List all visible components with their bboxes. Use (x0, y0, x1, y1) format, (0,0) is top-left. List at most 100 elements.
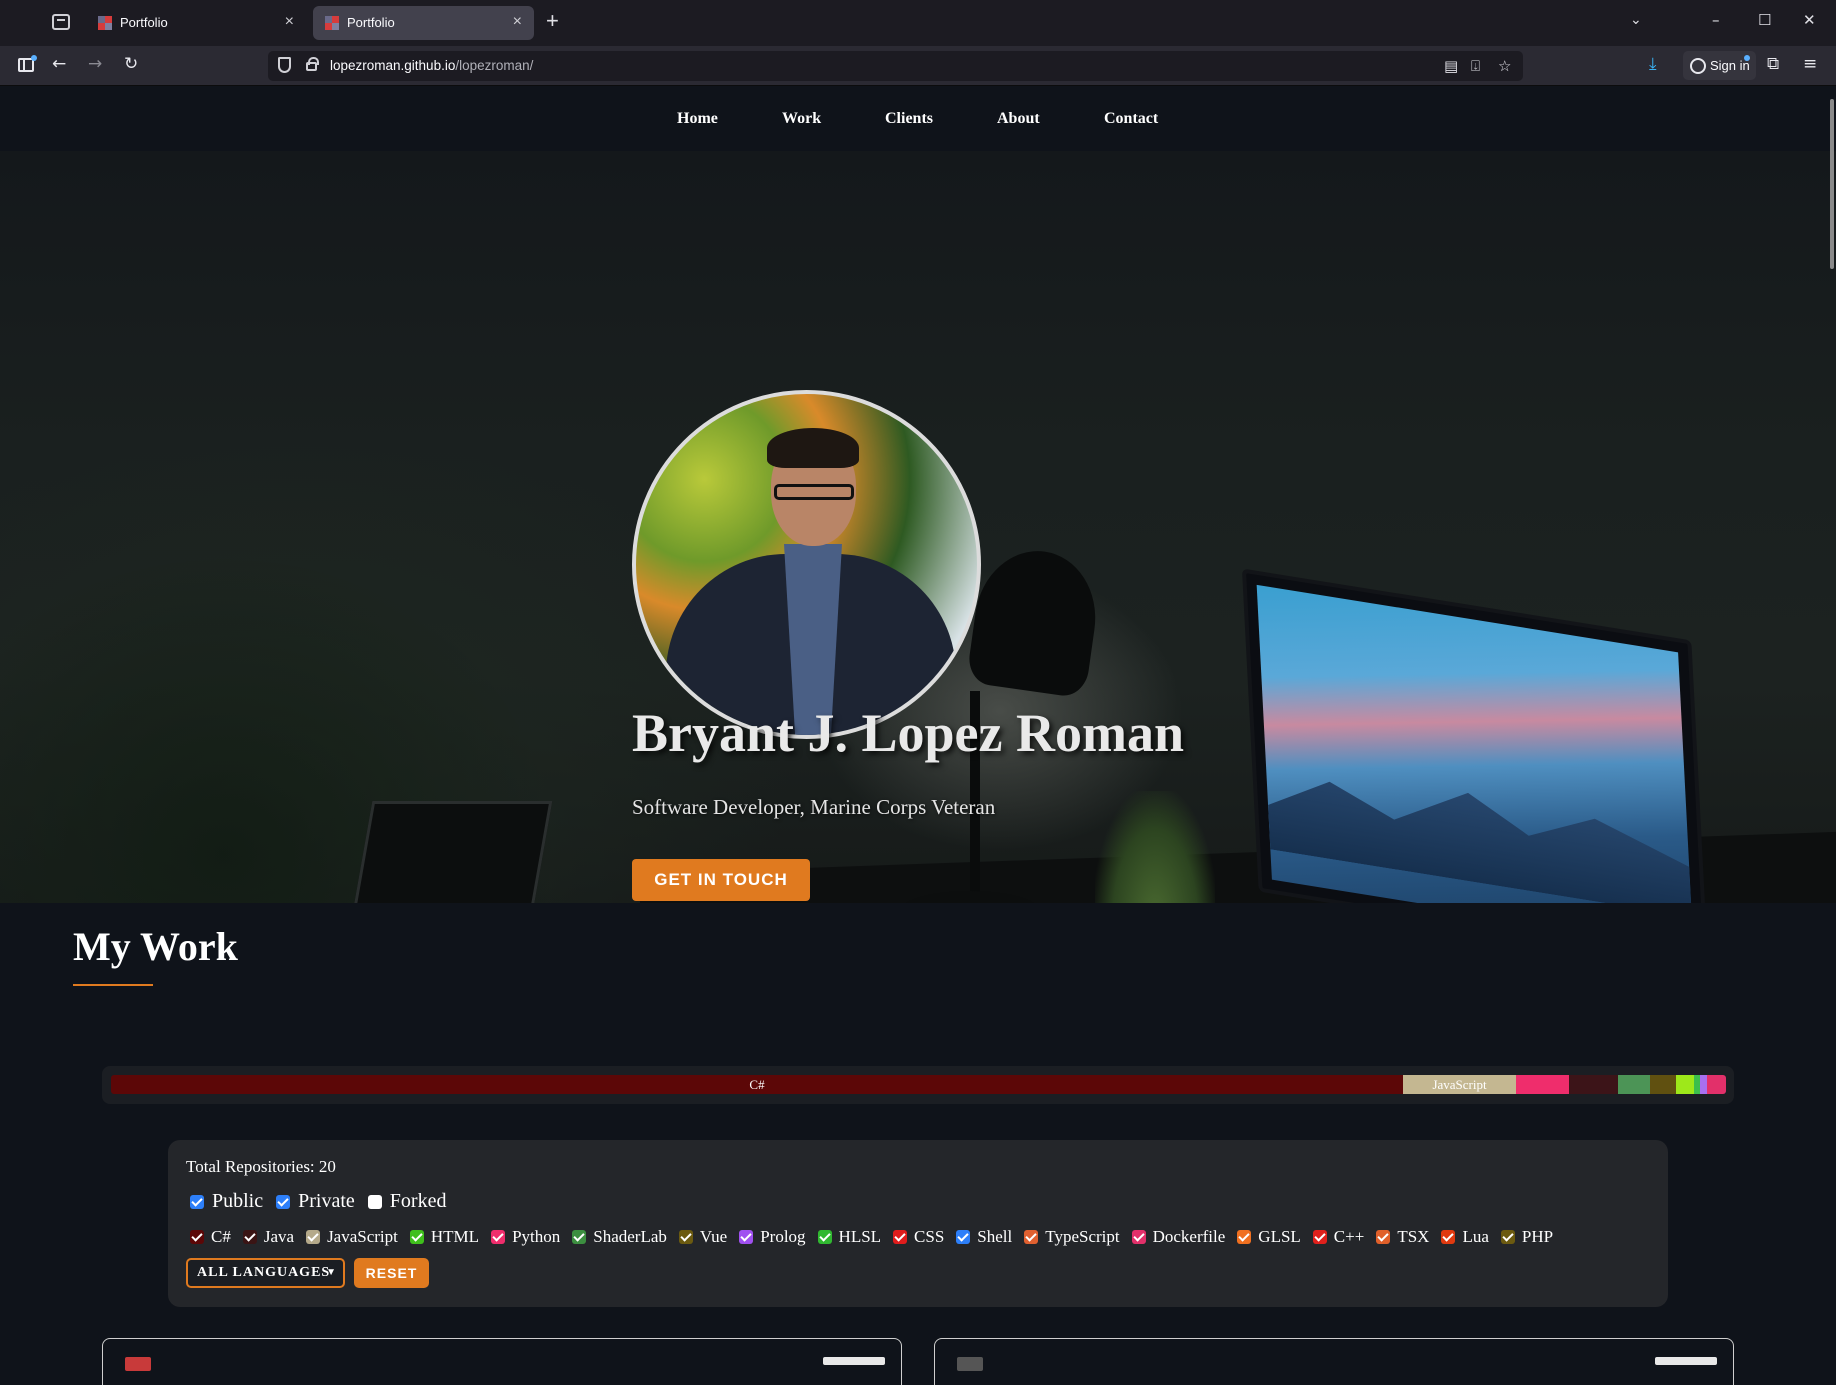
language-segment[interactable] (1569, 1075, 1618, 1094)
repo-card[interactable] (934, 1338, 1734, 1385)
language-option[interactable]: CSS (893, 1227, 944, 1247)
language-segment[interactable]: JavaScript (1403, 1075, 1517, 1094)
get-in-touch-button[interactable]: GET IN TOUCH (632, 859, 810, 901)
visibility-option[interactable]: Private (276, 1190, 355, 1213)
language-option[interactable]: Prolog (739, 1227, 806, 1247)
language-segment[interactable] (1675, 1075, 1694, 1094)
forward-icon[interactable]: → (88, 54, 102, 74)
close-tab-icon[interactable]: × (513, 13, 522, 31)
language-segment[interactable] (1617, 1075, 1651, 1094)
nav-link-home[interactable]: Home (677, 110, 718, 128)
maximize-icon[interactable]: ☐ (1758, 11, 1771, 29)
chevron-down-icon: ▼ (326, 1267, 337, 1278)
url-text[interactable]: lopezroman.github.io/lopezroman/ (330, 58, 533, 73)
checkbox[interactable] (678, 1230, 693, 1244)
checkbox[interactable] (817, 1230, 832, 1244)
checkbox[interactable] (1500, 1230, 1515, 1244)
checkbox[interactable] (367, 1194, 382, 1209)
language-option[interactable]: HTML (409, 1227, 479, 1247)
visibility-label: Forked (389, 1190, 447, 1212)
checkbox[interactable] (190, 1194, 204, 1209)
language-option[interactable]: PHP (1500, 1227, 1553, 1247)
reader-view-icon[interactable]: ▤ (1444, 57, 1458, 75)
checkbox[interactable] (491, 1230, 506, 1244)
monitor-image (1241, 568, 1709, 903)
visibility-option[interactable]: Public (190, 1190, 263, 1213)
repo-icon (957, 1357, 983, 1371)
checkbox[interactable] (739, 1230, 754, 1244)
language-option[interactable]: C# (190, 1227, 231, 1247)
language-option[interactable]: Dockerfile (1131, 1227, 1226, 1247)
repo-card[interactable] (102, 1338, 902, 1385)
checkbox[interactable] (893, 1230, 908, 1244)
reset-button[interactable]: RESET (354, 1258, 429, 1288)
visibility-label: Public (212, 1190, 264, 1212)
checkbox[interactable] (572, 1230, 587, 1244)
checkbox[interactable] (242, 1230, 257, 1244)
language-option[interactable]: Java (242, 1227, 295, 1247)
language-segment[interactable] (1650, 1075, 1676, 1094)
page-scrollbar[interactable] (1830, 99, 1834, 269)
nav-link-contact[interactable]: Contact (1104, 110, 1158, 128)
visibility-option[interactable]: Forked (367, 1190, 447, 1213)
language-option[interactable]: Lua (1441, 1227, 1489, 1247)
tracking-protection-icon[interactable] (278, 57, 291, 73)
reload-icon[interactable]: ↻ (124, 54, 138, 74)
checkbox[interactable] (306, 1230, 321, 1244)
language-segment[interactable]: C# (111, 1075, 1403, 1094)
save-to-pocket-icon[interactable]: ⍗ (1471, 57, 1480, 75)
language-label: Dockerfile (1152, 1227, 1226, 1246)
list-all-tabs-icon[interactable]: ⌄ (1630, 12, 1642, 28)
language-label: Java (263, 1227, 295, 1246)
language-option[interactable]: Python (491, 1227, 560, 1247)
language-label: Vue (699, 1227, 728, 1246)
language-option[interactable]: HLSL (817, 1227, 881, 1247)
checkbox[interactable] (1131, 1230, 1146, 1244)
minimize-icon[interactable]: – (1712, 11, 1720, 29)
language-option[interactable]: Shell (956, 1227, 1012, 1247)
bookmark-star-icon[interactable]: ☆ (1498, 57, 1511, 75)
checkbox[interactable] (276, 1194, 291, 1209)
checkbox[interactable] (1237, 1230, 1252, 1244)
language-label: ShaderLab (593, 1227, 667, 1246)
lock-icon[interactable] (306, 57, 319, 71)
menu-icon[interactable]: ≡ (1803, 54, 1817, 74)
language-option[interactable]: GLSL (1237, 1227, 1301, 1247)
nav-link-clients[interactable]: Clients (885, 110, 933, 128)
tab-list-icon[interactable] (52, 14, 70, 30)
checkbox[interactable] (409, 1230, 424, 1244)
browser-tab-active[interactable]: Portfolio × (313, 6, 534, 40)
checkbox[interactable] (190, 1230, 204, 1244)
language-segment[interactable] (1516, 1075, 1570, 1094)
language-option[interactable]: Vue (678, 1227, 728, 1247)
url-bar[interactable]: lopezroman.github.io/lopezroman/ ▤ ⍗ ☆ (268, 51, 1523, 81)
close-tab-icon[interactable]: × (285, 13, 294, 31)
checkbox[interactable] (1312, 1230, 1327, 1244)
browser-tab[interactable]: Portfolio × (86, 6, 306, 40)
checkbox[interactable] (1376, 1230, 1391, 1244)
extensions-icon[interactable]: ⧉ (1767, 54, 1779, 74)
close-window-icon[interactable]: ✕ (1803, 11, 1816, 29)
language-select[interactable]: ALL LANGUAGES ▼ (186, 1258, 345, 1288)
sign-in-button[interactable]: Sign in (1683, 51, 1756, 80)
language-option[interactable]: TSX (1376, 1227, 1429, 1247)
language-option[interactable]: TypeScript (1024, 1227, 1120, 1247)
title-underline (73, 984, 153, 986)
nav-link-work[interactable]: Work (782, 110, 821, 128)
repo-icon (125, 1357, 151, 1371)
new-tab-icon[interactable]: + (546, 8, 559, 34)
checkbox[interactable] (1441, 1230, 1456, 1244)
language-option[interactable]: JavaScript (306, 1227, 398, 1247)
checkbox[interactable] (956, 1230, 971, 1244)
back-icon[interactable]: ← (52, 54, 66, 74)
language-option[interactable]: ShaderLab (572, 1227, 667, 1247)
sidebar-icon[interactable] (18, 55, 37, 72)
language-distribution-bar: C# JavaScript (111, 1075, 1726, 1094)
language-option[interactable]: C++ (1312, 1227, 1364, 1247)
downloads-icon[interactable]: ⤓ (1649, 54, 1657, 74)
language-segment[interactable] (1706, 1075, 1726, 1094)
photo-glasses (774, 484, 854, 500)
checkbox[interactable] (1024, 1230, 1039, 1244)
nav-link-about[interactable]: About (997, 110, 1040, 128)
profile-photo (632, 390, 981, 739)
